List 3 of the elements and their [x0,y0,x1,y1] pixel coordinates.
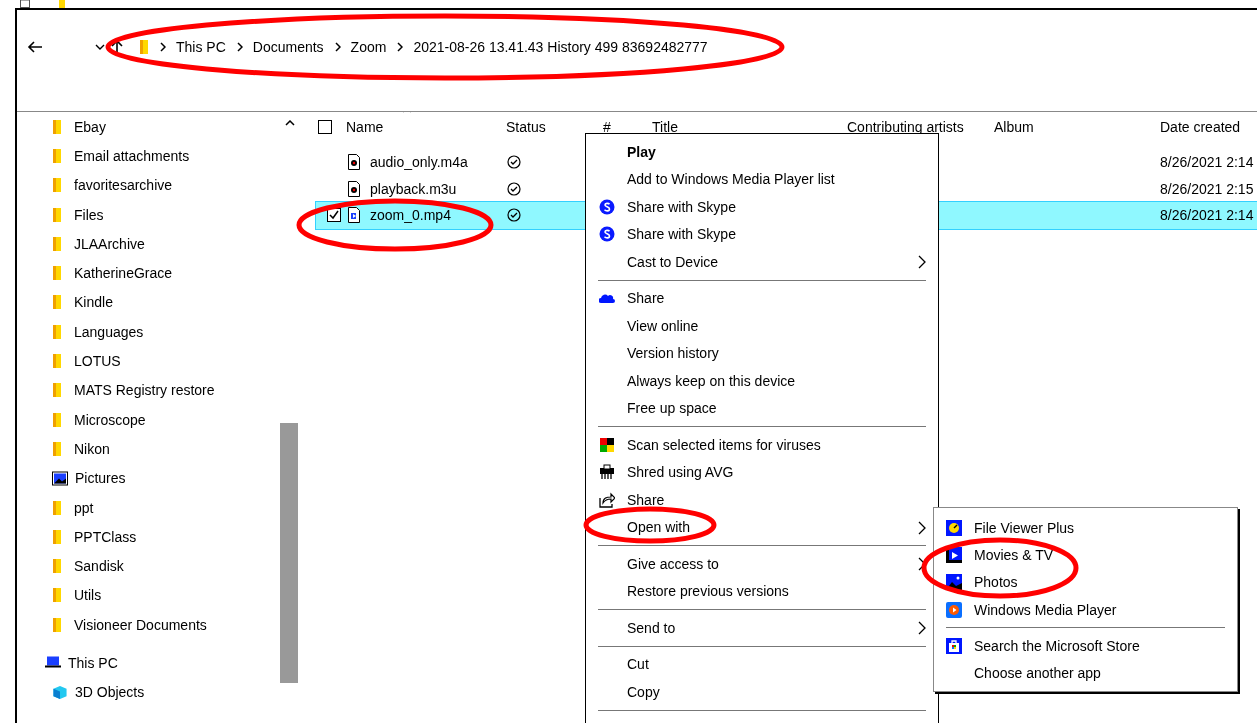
date-created: 8/26/2021 2:14 [1160,154,1254,171]
date-created: 8/26/2021 2:14 [1160,207,1254,224]
date-created: 8/26/2021 2:15 [1160,180,1254,197]
